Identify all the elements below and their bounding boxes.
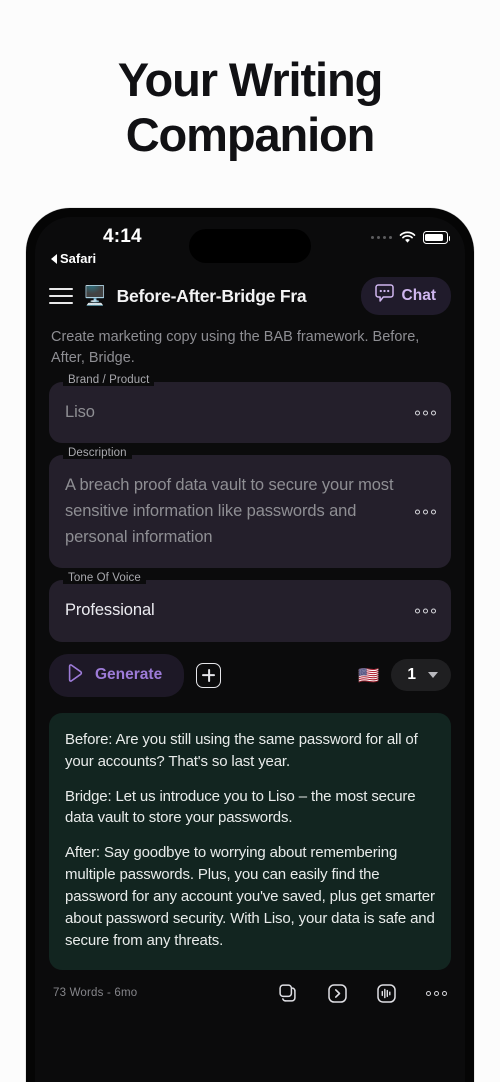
phone-mockup-frame: 4:14 Safari 🖥️ Before-After-Bridge Fra C… <box>26 208 474 1082</box>
plus-square-icon[interactable] <box>196 662 222 688</box>
field-value: Professional <box>65 601 155 620</box>
status-bar-indicators <box>370 231 451 244</box>
more-dots-icon[interactable] <box>415 509 436 515</box>
app-store-screenshot: Your Writing Companion 4:14 Safari 🖥️ Be… <box>0 0 500 1082</box>
output-paragraph: After: Say goodbye to worrying about rem… <box>65 844 435 949</box>
dynamic-island <box>189 229 311 263</box>
battery-icon <box>423 231 451 244</box>
generate-action-row: Generate 🇺🇸 1 <box>49 653 451 697</box>
tone-of-voice-field[interactable]: Tone Of Voice Professional <box>49 572 451 642</box>
hamburger-menu-icon[interactable] <box>49 288 73 304</box>
field-label: Tone Of Voice <box>63 572 146 585</box>
play-circle-icon <box>65 663 85 688</box>
description-field[interactable]: Description A breach proof data vault to… <box>49 447 451 569</box>
generated-output-card[interactable]: Before: Are you still using the same pas… <box>49 712 451 970</box>
template-emoji-icon: 🖥️ <box>83 285 107 307</box>
chat-bubble-dots-icon <box>374 284 395 308</box>
back-to-safari-button[interactable]: Safari <box>51 251 96 266</box>
chevron-down-icon <box>428 672 438 679</box>
generate-button-label: Generate <box>95 666 163 684</box>
chat-button[interactable]: Chat <box>360 277 451 315</box>
word-count-label: 73 Words - 6mo <box>53 987 138 1000</box>
page-title-nav: Before-After-Bridge Fra <box>116 285 307 306</box>
field-label: Description <box>63 447 132 460</box>
brand-product-field[interactable]: Brand / Product Liso <box>49 373 451 444</box>
output-count-value: 1 <box>407 666 416 684</box>
field-value: Liso <box>65 402 95 421</box>
output-paragraph: Before: Are you still using the same pas… <box>65 730 418 770</box>
copy-icon[interactable] <box>279 984 298 1003</box>
language-flag-icon[interactable]: 🇺🇸 <box>358 667 379 684</box>
generate-button[interactable]: Generate <box>49 653 185 697</box>
template-description: Create marketing copy using the BAB fram… <box>51 329 420 367</box>
app-nav-bar: 🖥️ Before-After-Bridge Fra Chat <box>35 273 465 321</box>
status-bar: 4:14 Safari <box>35 217 465 273</box>
audio-waveform-icon[interactable] <box>377 983 396 1003</box>
wifi-icon <box>399 231 416 244</box>
field-label: Brand / Product <box>63 373 155 386</box>
status-bar-time: 4:14 <box>103 226 142 247</box>
page-title: Your Writing Companion <box>117 53 384 162</box>
more-dots-icon[interactable] <box>415 608 436 614</box>
more-dots-icon[interactable] <box>415 410 436 416</box>
output-actions <box>279 983 447 1003</box>
phone-screen: 4:14 Safari 🖥️ Before-After-Bridge Fra C… <box>35 217 465 1082</box>
output-paragraph: Bridge: Let us introduce you to Liso – t… <box>65 787 416 827</box>
form-body: Create marketing copy using the BAB fram… <box>35 321 465 1003</box>
field-value: A breach proof data vault to secure your… <box>65 476 394 546</box>
output-count-dropdown[interactable]: 1 <box>391 659 451 692</box>
chat-button-label: Chat <box>401 287 436 304</box>
output-footer: 73 Words - 6mo <box>49 970 451 1003</box>
signal-dots-icon <box>370 235 392 240</box>
back-label: Safari <box>60 251 97 266</box>
triangle-left-icon <box>51 253 57 264</box>
more-dots-icon[interactable] <box>426 990 447 996</box>
arrow-right-square-icon[interactable] <box>328 983 347 1003</box>
